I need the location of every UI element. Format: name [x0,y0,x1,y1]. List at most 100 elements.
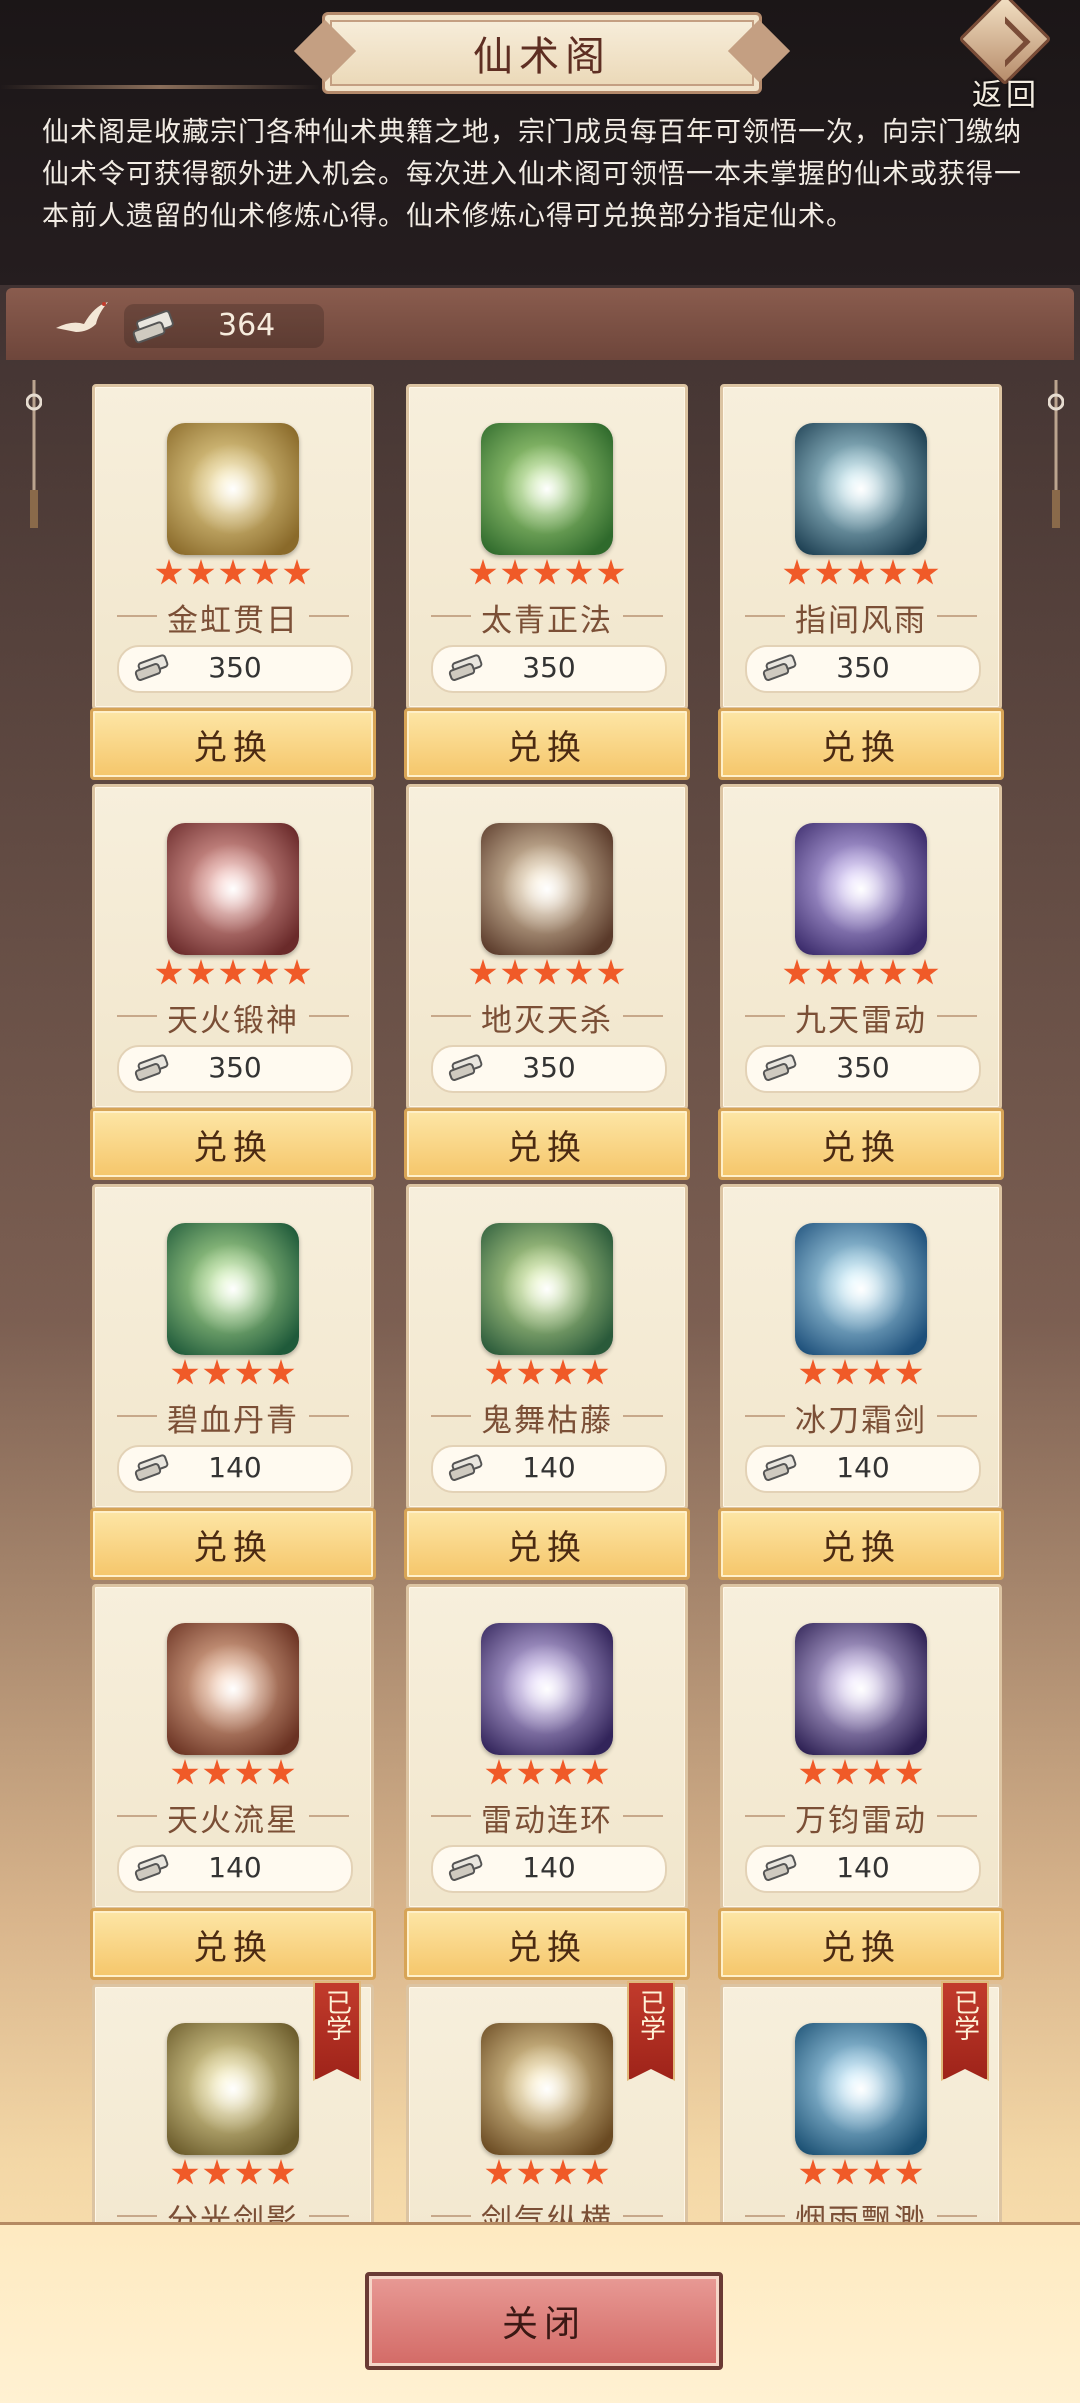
exchange-button[interactable]: 兑换 [404,1508,690,1580]
price-value: 140 [522,1851,576,1884]
currency-bar: 364 [6,288,1074,360]
star-icon [283,959,311,985]
skill-icon-glow [815,2043,907,2135]
price-value: 350 [522,1051,576,1084]
exchange-button[interactable]: 兑换 [718,1908,1004,1980]
header: 仙术阁 返回 仙术阁是收藏宗门各种仙术典籍之地，宗门成员每百年可领悟一次，向宗门… [0,0,1080,285]
crane-icon [56,302,108,332]
skill-icon-glow [815,1243,907,1335]
skill-card[interactable]: 天火锻神 350 [92,784,374,1110]
skill-icon-glow [187,1643,279,1735]
skill-card[interactable]: 分光剑影 已学 [92,1981,374,2222]
star-rating [723,1759,999,1791]
skill-card[interactable]: 烟雨飘渺 已学 [720,1981,1002,2222]
star-icon [783,559,811,585]
price-pill: 140 [745,1445,981,1493]
skill-icon [481,2023,613,2155]
star-icon [171,1359,199,1385]
skill-icon [795,1623,927,1755]
star-rating [409,1759,685,1791]
star-icon [879,559,907,585]
skill-card[interactable]: 天火流星 140 [92,1584,374,1910]
star-icon [549,1359,577,1385]
skill-icon-glow [187,2043,279,2135]
star-icon [533,959,561,985]
skill-card[interactable]: 太青正法 350 [406,384,688,710]
star-rating [723,559,999,591]
star-icon [831,1759,859,1785]
skill-card[interactable]: 冰刀霜剑 140 [720,1184,1002,1510]
price-value: 350 [836,1051,890,1084]
star-icon [219,959,247,985]
star-icon [469,959,497,985]
star-icon [251,559,279,585]
close-button[interactable]: 关闭 [365,2272,723,2370]
star-icon [203,1759,231,1785]
star-rating [95,1759,371,1791]
star-icon [549,1759,577,1785]
skill-card[interactable]: 碧血丹青 140 [92,1184,374,1510]
skill-name: 万钧雷动 [723,1795,999,1840]
skill-card[interactable]: 剑气纵横 已学 [406,1981,688,2222]
skill-card[interactable]: 指间风雨 350 [720,384,1002,710]
skill-card[interactable]: 雷动连环 140 [406,1584,688,1910]
star-icon [251,959,279,985]
price-value: 350 [208,651,262,684]
exchange-button[interactable]: 兑换 [718,1508,1004,1580]
exchange-button[interactable]: 兑换 [404,1908,690,1980]
star-icon [565,559,593,585]
exchange-button[interactable]: 兑换 [404,708,690,780]
skill-card[interactable]: 九天雷动 350 [720,784,1002,1110]
exchange-button[interactable]: 兑换 [718,708,1004,780]
skill-icon-glow [501,1643,593,1735]
star-icon [267,1759,295,1785]
skill-icon-glow [501,843,593,935]
star-rating [409,959,685,991]
skill-card[interactable]: 地灭天杀 350 [406,784,688,1110]
star-icon [597,559,625,585]
star-icon [267,2159,295,2185]
exchange-button[interactable]: 兑换 [90,708,376,780]
price-value: 140 [836,1451,890,1484]
exchange-button[interactable]: 兑换 [404,1108,690,1180]
skill-card[interactable]: 鬼舞枯藤 140 [406,1184,688,1510]
star-rating [409,559,685,591]
star-icon [235,2159,263,2185]
skill-icon-glow [501,1243,593,1335]
star-icon [501,559,529,585]
star-icon [911,959,939,985]
exchange-button[interactable]: 兑换 [718,1108,1004,1180]
intro-text: 仙术阁是收藏宗门各种仙术典籍之地，宗门成员每百年可领悟一次，向宗门缴纳仙术令可获… [42,117,1022,232]
star-icon [597,959,625,985]
star-icon [171,2159,199,2185]
skill-icon [795,423,927,555]
exchange-button[interactable]: 兑换 [90,1508,376,1580]
star-icon [235,1759,263,1785]
star-icon [815,959,843,985]
star-icon [469,559,497,585]
price-pill: 140 [431,1445,667,1493]
star-icon [831,1359,859,1385]
skill-name: 冰刀霜剑 [723,1395,999,1440]
page-title: 仙术阁 [322,12,762,94]
exchange-button[interactable]: 兑换 [90,1108,376,1180]
star-icon [549,2159,577,2185]
star-rating [723,2159,999,2191]
star-icon [517,1359,545,1385]
skill-card[interactable]: 金虹贯日 350 [92,384,374,710]
skill-card[interactable]: 万钧雷动 140 [720,1584,1002,1910]
back-button[interactable]: 返回 [950,0,1070,113]
star-icon [485,1759,513,1785]
star-icon [581,2159,609,2185]
skill-name: 烟雨飘渺 [723,2195,999,2222]
star-icon [879,959,907,985]
skill-icon-glow [187,843,279,935]
star-icon [283,559,311,585]
skill-name: 剑气纵横 [409,2195,685,2222]
star-icon [863,1359,891,1385]
price-pill: 350 [117,645,353,693]
skill-icon-glow [815,443,907,535]
star-icon [581,1759,609,1785]
exchange-button[interactable]: 兑换 [90,1908,376,1980]
skill-grid[interactable]: 金虹贯日 350 兑换 太青正法 350 兑换 指间风雨 350 兑换 天火锻神 350 兑换 地灭天杀… [0,360,1080,2222]
